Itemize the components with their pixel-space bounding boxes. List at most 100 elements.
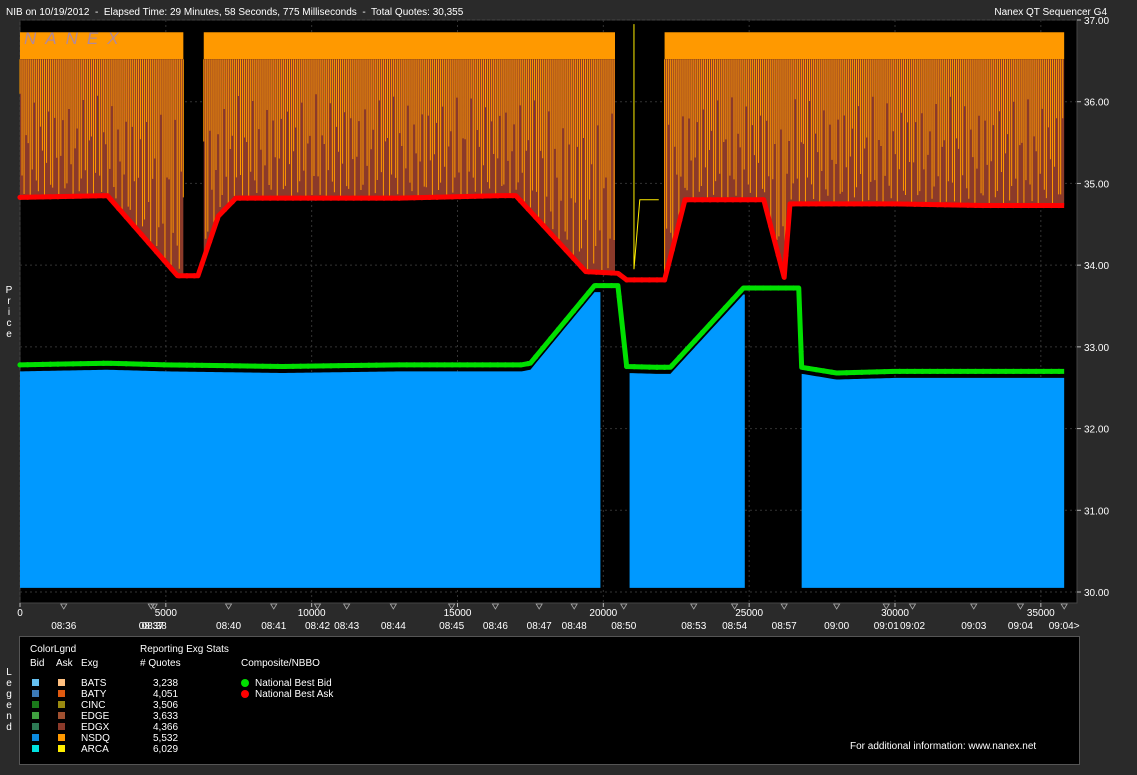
nbb-point bbox=[1056, 368, 1062, 374]
nbo-point bbox=[351, 195, 357, 201]
nbo-point bbox=[411, 195, 417, 201]
nbo-point bbox=[919, 201, 926, 207]
time-marker bbox=[620, 603, 628, 610]
time-marker bbox=[535, 603, 543, 610]
time-label: 08:54 bbox=[722, 621, 747, 632]
nbo-point bbox=[775, 252, 781, 258]
time-marker bbox=[832, 603, 841, 610]
nbo-point bbox=[752, 197, 759, 203]
nbb-point bbox=[608, 282, 615, 289]
nbo-point bbox=[798, 201, 804, 207]
nbb-point bbox=[540, 345, 546, 351]
nbb-point bbox=[55, 361, 61, 367]
legend-exg-header: Exg bbox=[81, 658, 99, 669]
nbb-point bbox=[715, 313, 721, 319]
nbb-point bbox=[570, 308, 577, 314]
time-marker bbox=[1016, 603, 1025, 610]
time-label: 08:57 bbox=[772, 621, 797, 632]
nbo-point bbox=[1010, 202, 1017, 209]
nbb-point bbox=[760, 285, 766, 291]
nbb-point bbox=[624, 363, 630, 370]
nbo-point bbox=[457, 194, 463, 200]
nbb-point bbox=[654, 364, 660, 370]
nbb-point bbox=[244, 363, 251, 369]
nbb-point bbox=[555, 326, 562, 332]
nbb-point bbox=[912, 368, 918, 374]
nbo-point bbox=[1056, 202, 1062, 209]
ask-fill-top bbox=[664, 32, 1065, 60]
nbo-point bbox=[730, 197, 736, 203]
nbo-point bbox=[715, 197, 721, 203]
nbb-point bbox=[305, 363, 311, 369]
nbo-point bbox=[47, 194, 53, 200]
time-label: 09:04> bbox=[1049, 621, 1080, 632]
time-marker bbox=[970, 603, 978, 610]
nbb-point bbox=[980, 368, 986, 374]
nbb-point bbox=[684, 346, 690, 352]
legend-panel: ColorLgnd Bid Ask Exg Reporting Exg Stat… bbox=[19, 636, 1080, 765]
nbb-point bbox=[282, 363, 289, 370]
legend-bid-swatch bbox=[32, 690, 39, 697]
nbo-point bbox=[396, 195, 402, 201]
nbb-point bbox=[464, 362, 471, 368]
nbb-point bbox=[631, 364, 637, 370]
nbo-point bbox=[563, 247, 569, 253]
nbo-point bbox=[176, 273, 182, 279]
legend-nbbo-dot bbox=[241, 690, 249, 698]
legend-ask-swatch bbox=[58, 690, 65, 697]
nbb-point bbox=[40, 361, 46, 368]
nbb-point bbox=[897, 368, 903, 374]
nbb-point bbox=[290, 363, 296, 369]
nbo-point bbox=[214, 216, 220, 223]
nbb-point bbox=[146, 361, 152, 367]
nbo-point bbox=[555, 239, 562, 245]
nbo-point bbox=[495, 193, 501, 199]
nbb-point bbox=[169, 362, 175, 368]
nbb-point bbox=[123, 361, 129, 367]
legend-exchange-name: BATS bbox=[81, 678, 107, 689]
nbb-point bbox=[191, 362, 198, 368]
nbb-point bbox=[442, 362, 448, 368]
nbb-point bbox=[100, 360, 107, 366]
time-marker bbox=[570, 603, 578, 610]
nbo-point bbox=[707, 197, 713, 203]
nbb-point bbox=[927, 368, 933, 374]
nbo-point bbox=[525, 206, 531, 212]
nbo-point bbox=[821, 201, 827, 207]
nbb-point bbox=[790, 285, 797, 291]
nbb-point bbox=[525, 361, 531, 367]
nbo-point bbox=[874, 201, 880, 207]
nbo-point bbox=[692, 197, 698, 203]
nbo-point bbox=[297, 195, 304, 201]
nbo-point bbox=[1003, 202, 1009, 209]
nbb-point bbox=[730, 296, 736, 303]
nbo-point bbox=[548, 231, 554, 237]
time-marker bbox=[389, 603, 398, 610]
nbo-point bbox=[24, 194, 31, 200]
nbb-point bbox=[275, 363, 281, 370]
nbb-point bbox=[495, 362, 501, 368]
nbb-point bbox=[457, 362, 463, 368]
nbo-point bbox=[1048, 202, 1054, 209]
nbb-point bbox=[17, 362, 23, 368]
nbo-point bbox=[78, 193, 84, 199]
nbb-point bbox=[707, 321, 713, 327]
nbb-point bbox=[252, 363, 258, 369]
nbb-point bbox=[783, 285, 789, 291]
nbo-point bbox=[586, 269, 592, 275]
legend-bid-swatch bbox=[32, 723, 39, 730]
nbb-point bbox=[677, 354, 683, 360]
nbo-point bbox=[790, 201, 797, 207]
nbo-point bbox=[646, 277, 653, 283]
nbb-point bbox=[479, 362, 486, 368]
nbb-point bbox=[131, 361, 137, 367]
legend-side-label: Legend bbox=[6, 667, 12, 733]
time-marker bbox=[491, 603, 500, 610]
nbo-point bbox=[366, 195, 372, 201]
nbo-point bbox=[108, 197, 114, 203]
y-tick-label: 31.00 bbox=[1084, 506, 1109, 517]
legend-quotes-header: # Quotes bbox=[140, 658, 181, 669]
nbb-point bbox=[184, 362, 190, 368]
legend-nbbo-label: National Best Ask bbox=[255, 689, 334, 700]
nbb-point bbox=[411, 362, 417, 368]
